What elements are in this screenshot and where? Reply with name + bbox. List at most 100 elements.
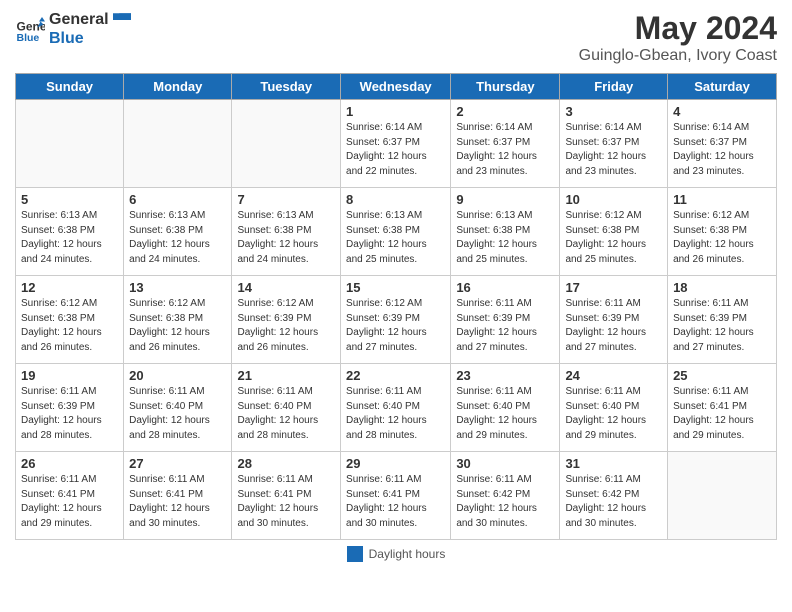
logo-general: General bbox=[49, 10, 131, 29]
day-info: Sunrise: 6:11 AM Sunset: 6:39 PM Dayligh… bbox=[673, 297, 771, 355]
day-number: 24 bbox=[565, 368, 662, 383]
calendar-day-cell: 11 Sunrise: 6:12 AM Sunset: 6:38 PM Dayli… bbox=[668, 188, 777, 276]
weekday-header-cell: Wednesday bbox=[341, 74, 451, 100]
calendar-day-cell: 15 Sunrise: 6:12 AM Sunset: 6:39 PM Dayli… bbox=[341, 276, 451, 364]
svg-text:Blue: Blue bbox=[17, 32, 40, 44]
day-number: 10 bbox=[565, 192, 662, 207]
calendar: SundayMondayTuesdayWednesdayThursdayFrid… bbox=[15, 73, 777, 540]
day-info: Sunrise: 6:11 AM Sunset: 6:41 PM Dayligh… bbox=[673, 385, 771, 443]
calendar-week-row: 26 Sunrise: 6:11 AM Sunset: 6:41 PM Dayli… bbox=[16, 452, 777, 540]
calendar-day-cell: 14 Sunrise: 6:12 AM Sunset: 6:39 PM Dayli… bbox=[232, 276, 341, 364]
calendar-day-cell: 27Sunrise: 6:11 AM Sunset: 6:41 PM Dayli… bbox=[124, 452, 232, 540]
day-info: Sunrise: 6:14 AM Sunset: 6:37 PM Dayligh… bbox=[456, 121, 554, 179]
day-info: Sunrise: 6:13 AM Sunset: 6:38 PM Dayligh… bbox=[346, 209, 445, 267]
day-info: Sunrise: 6:11 AM Sunset: 6:41 PM Dayligh… bbox=[129, 473, 226, 531]
day-number: 30 bbox=[456, 456, 554, 471]
calendar-day-cell bbox=[668, 452, 777, 540]
day-number: 19 bbox=[21, 368, 118, 383]
day-info: Sunrise: 6:11 AM Sunset: 6:40 PM Dayligh… bbox=[237, 385, 335, 443]
day-info: Sunrise: 6:13 AM Sunset: 6:38 PM Dayligh… bbox=[129, 209, 226, 267]
calendar-day-cell: 30 Sunrise: 6:11 AM Sunset: 6:42 PM Dayli… bbox=[451, 452, 560, 540]
day-number: 13 bbox=[129, 280, 226, 295]
day-info: Sunrise: 6:13 AM Sunset: 6:38 PM Dayligh… bbox=[21, 209, 118, 267]
day-info: Sunrise: 6:12 AM Sunset: 6:38 PM Dayligh… bbox=[129, 297, 226, 355]
calendar-day-cell: 3 Sunrise: 6:14 AM Sunset: 6:37 PM Daylig… bbox=[560, 100, 668, 188]
day-number: 31 bbox=[565, 456, 662, 471]
day-info: Sunrise: 6:12 AM Sunset: 6:38 PM Dayligh… bbox=[565, 209, 662, 267]
calendar-day-cell: 28 Sunrise: 6:11 AM Sunset: 6:41 PM Dayli… bbox=[232, 452, 341, 540]
legend-label: Daylight hours bbox=[369, 547, 446, 561]
main-title: May 2024 bbox=[579, 10, 777, 47]
day-number: 12 bbox=[21, 280, 118, 295]
day-number: 16 bbox=[456, 280, 554, 295]
day-info: Sunrise: 6:12 AM Sunset: 6:38 PM Dayligh… bbox=[673, 209, 771, 267]
calendar-day-cell: 7Sunrise: 6:13 AM Sunset: 6:38 PM Daylig… bbox=[232, 188, 341, 276]
day-number: 11 bbox=[673, 192, 771, 207]
calendar-body: 1 Sunrise: 6:14 AM Sunset: 6:37 PM Daylig… bbox=[16, 100, 777, 540]
weekday-header-cell: Sunday bbox=[16, 74, 124, 100]
weekday-header-cell: Tuesday bbox=[232, 74, 341, 100]
day-info: Sunrise: 6:14 AM Sunset: 6:37 PM Dayligh… bbox=[565, 121, 662, 179]
calendar-day-cell: 19 Sunrise: 6:11 AM Sunset: 6:39 PM Dayli… bbox=[16, 364, 124, 452]
day-info: Sunrise: 6:14 AM Sunset: 6:37 PM Dayligh… bbox=[346, 121, 445, 179]
calendar-day-cell: 10 Sunrise: 6:12 AM Sunset: 6:38 PM Dayli… bbox=[560, 188, 668, 276]
calendar-day-cell bbox=[16, 100, 124, 188]
calendar-day-cell: 26 Sunrise: 6:11 AM Sunset: 6:41 PM Dayli… bbox=[16, 452, 124, 540]
weekday-header-row: SundayMondayTuesdayWednesdayThursdayFrid… bbox=[16, 74, 777, 100]
calendar-week-row: 1 Sunrise: 6:14 AM Sunset: 6:37 PM Daylig… bbox=[16, 100, 777, 188]
page: General Blue General Blue May 2024 Guing… bbox=[0, 0, 792, 612]
calendar-day-cell: 2Sunrise: 6:14 AM Sunset: 6:37 PM Daylig… bbox=[451, 100, 560, 188]
subtitle: Guinglo-Gbean, Ivory Coast bbox=[579, 47, 777, 65]
day-info: Sunrise: 6:11 AM Sunset: 6:40 PM Dayligh… bbox=[346, 385, 445, 443]
day-info: Sunrise: 6:11 AM Sunset: 6:39 PM Dayligh… bbox=[456, 297, 554, 355]
calendar-day-cell: 23 Sunrise: 6:11 AM Sunset: 6:40 PM Dayli… bbox=[451, 364, 560, 452]
day-number: 1 bbox=[346, 104, 445, 119]
day-number: 20 bbox=[129, 368, 226, 383]
day-number: 21 bbox=[237, 368, 335, 383]
day-number: 6 bbox=[129, 192, 226, 207]
calendar-day-cell: 29Sunrise: 6:11 AM Sunset: 6:41 PM Dayli… bbox=[341, 452, 451, 540]
logo: General Blue General Blue bbox=[15, 10, 131, 48]
calendar-day-cell: 12 Sunrise: 6:12 AM Sunset: 6:38 PM Dayli… bbox=[16, 276, 124, 364]
day-number: 17 bbox=[565, 280, 662, 295]
day-number: 29 bbox=[346, 456, 445, 471]
calendar-day-cell: 18Sunrise: 6:11 AM Sunset: 6:39 PM Dayli… bbox=[668, 276, 777, 364]
calendar-week-row: 19 Sunrise: 6:11 AM Sunset: 6:39 PM Dayli… bbox=[16, 364, 777, 452]
legend-color-box bbox=[347, 546, 363, 562]
calendar-day-cell: 24 Sunrise: 6:11 AM Sunset: 6:40 PM Dayli… bbox=[560, 364, 668, 452]
day-number: 28 bbox=[237, 456, 335, 471]
day-info: Sunrise: 6:11 AM Sunset: 6:40 PM Dayligh… bbox=[129, 385, 226, 443]
legend-row: Daylight hours bbox=[15, 546, 777, 562]
day-info: Sunrise: 6:11 AM Sunset: 6:39 PM Dayligh… bbox=[21, 385, 118, 443]
weekday-header-cell: Thursday bbox=[451, 74, 560, 100]
day-info: Sunrise: 6:11 AM Sunset: 6:40 PM Dayligh… bbox=[456, 385, 554, 443]
day-info: Sunrise: 6:12 AM Sunset: 6:39 PM Dayligh… bbox=[346, 297, 445, 355]
day-number: 4 bbox=[673, 104, 771, 119]
day-info: Sunrise: 6:11 AM Sunset: 6:41 PM Dayligh… bbox=[237, 473, 335, 531]
calendar-day-cell: 31Sunrise: 6:11 AM Sunset: 6:42 PM Dayli… bbox=[560, 452, 668, 540]
day-number: 9 bbox=[456, 192, 554, 207]
day-number: 26 bbox=[21, 456, 118, 471]
calendar-week-row: 5Sunrise: 6:13 AM Sunset: 6:38 PM Daylig… bbox=[16, 188, 777, 276]
day-info: Sunrise: 6:12 AM Sunset: 6:39 PM Dayligh… bbox=[237, 297, 335, 355]
calendar-day-cell: 4Sunrise: 6:14 AM Sunset: 6:37 PM Daylig… bbox=[668, 100, 777, 188]
day-info: Sunrise: 6:11 AM Sunset: 6:41 PM Dayligh… bbox=[21, 473, 118, 531]
calendar-week-row: 12 Sunrise: 6:12 AM Sunset: 6:38 PM Dayli… bbox=[16, 276, 777, 364]
logo-icon: General Blue bbox=[15, 14, 45, 44]
day-number: 23 bbox=[456, 368, 554, 383]
day-info: Sunrise: 6:12 AM Sunset: 6:38 PM Dayligh… bbox=[21, 297, 118, 355]
weekday-header-cell: Friday bbox=[560, 74, 668, 100]
calendar-day-cell: 13 Sunrise: 6:12 AM Sunset: 6:38 PM Dayli… bbox=[124, 276, 232, 364]
calendar-day-cell: 9Sunrise: 6:13 AM Sunset: 6:38 PM Daylig… bbox=[451, 188, 560, 276]
calendar-day-cell: 1 Sunrise: 6:14 AM Sunset: 6:37 PM Daylig… bbox=[341, 100, 451, 188]
title-block: May 2024 Guinglo-Gbean, Ivory Coast bbox=[579, 10, 777, 65]
day-number: 7 bbox=[237, 192, 335, 207]
day-number: 15 bbox=[346, 280, 445, 295]
day-info: Sunrise: 6:11 AM Sunset: 6:42 PM Dayligh… bbox=[456, 473, 554, 531]
day-number: 3 bbox=[565, 104, 662, 119]
calendar-day-cell: 22Sunrise: 6:11 AM Sunset: 6:40 PM Dayli… bbox=[341, 364, 451, 452]
day-info: Sunrise: 6:11 AM Sunset: 6:40 PM Dayligh… bbox=[565, 385, 662, 443]
calendar-day-cell bbox=[232, 100, 341, 188]
calendar-day-cell: 5Sunrise: 6:13 AM Sunset: 6:38 PM Daylig… bbox=[16, 188, 124, 276]
day-number: 14 bbox=[237, 280, 335, 295]
